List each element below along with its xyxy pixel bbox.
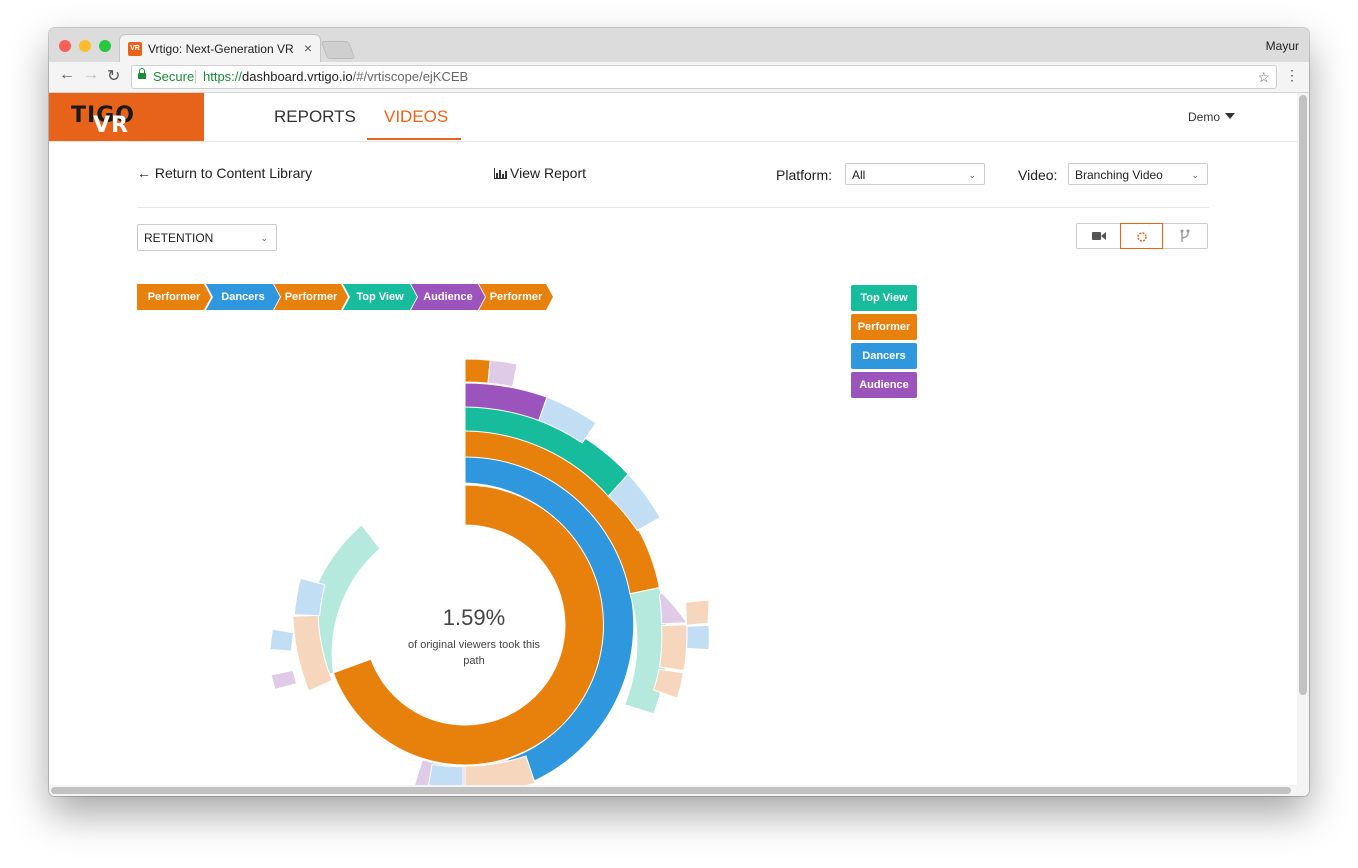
sunburst-ring-6-dancers-faded[interactable] bbox=[269, 628, 295, 652]
url-input[interactable]: Secure https://dashboard.vrtigo.io/#/vrt… bbox=[131, 65, 1277, 89]
maximize-window-button[interactable] bbox=[99, 40, 111, 52]
profile-name[interactable]: Mayur bbox=[1266, 39, 1299, 53]
path-step-performer[interactable]: Performer bbox=[274, 284, 348, 310]
horizontal-scrollbar[interactable] bbox=[49, 785, 1297, 796]
view-toggle-group bbox=[1076, 223, 1208, 249]
logo-vr: VR bbox=[93, 113, 129, 138]
path-step-audience[interactable]: Audience bbox=[411, 284, 485, 310]
report-toolbar: ← Return to Content Library View Report … bbox=[137, 159, 1209, 208]
sunburst-ring-4-audience-faded[interactable] bbox=[658, 591, 688, 625]
branch-icon bbox=[1180, 229, 1189, 242]
forward-arrow-icon[interactable]: → bbox=[83, 66, 99, 84]
sunburst-ring-4-performer-faded-a[interactable] bbox=[658, 624, 688, 672]
sunburst-icon bbox=[1136, 232, 1147, 242]
sunburst-chart[interactable] bbox=[249, 331, 729, 796]
vrtigo-favicon-icon: VR bbox=[128, 42, 142, 56]
chevron-down-icon: ⌄ bbox=[1191, 170, 1199, 180]
omnibox-divider bbox=[195, 70, 196, 84]
account-menu[interactable]: Demo bbox=[1188, 110, 1220, 124]
video-view-button[interactable] bbox=[1077, 224, 1120, 248]
close-tab-icon[interactable]: × bbox=[304, 40, 312, 56]
vertical-scrollbar[interactable] bbox=[1297, 93, 1309, 796]
lock-icon bbox=[138, 68, 146, 79]
sunburst-ring-6-audience-faded-b[interactable] bbox=[270, 669, 298, 691]
address-bar-row: ← → ↻ Secure https://dashboard.vrtigo.io… bbox=[49, 62, 1309, 93]
sunburst-ring-6-performer[interactable] bbox=[464, 358, 491, 384]
active-tab-underline bbox=[367, 138, 461, 140]
sunburst-ring-5-dancers-faded-b[interactable] bbox=[686, 624, 710, 651]
close-window-button[interactable] bbox=[59, 40, 71, 52]
arrow-left-icon: ← bbox=[137, 165, 155, 181]
video-value: Branching Video bbox=[1075, 168, 1163, 182]
view-report-link[interactable]: View Report bbox=[494, 165, 586, 181]
video-select[interactable]: Branching Video ⌄ bbox=[1068, 163, 1208, 185]
browser-menu-icon[interactable]: ⋮ bbox=[1285, 67, 1299, 84]
return-label: Return to Content Library bbox=[154, 165, 313, 181]
url-protocol: https:// bbox=[203, 69, 243, 84]
reload-icon[interactable]: ↻ bbox=[107, 66, 120, 86]
tab-bar: VR Vrtigo: Next-Generation VR An × Mayur bbox=[49, 28, 1309, 63]
url-text: https://dashboard.vrtigo.io/#/vrtiscope/… bbox=[203, 66, 468, 88]
sunburst-ring-5-dancers-faded-c[interactable] bbox=[293, 577, 326, 617]
legend-item-performer: Performer bbox=[851, 314, 917, 340]
new-tab-button[interactable] bbox=[320, 41, 356, 59]
caret-down-icon[interactable] bbox=[1225, 113, 1235, 119]
return-to-library-link[interactable]: ← Return to Content Library bbox=[137, 165, 312, 181]
vrtigo-logo[interactable]: VR TIGO bbox=[49, 93, 204, 141]
nav-reports[interactable]: REPORTS bbox=[274, 107, 356, 127]
nav-videos[interactable]: VIDEOS bbox=[384, 107, 448, 127]
horizontal-scroll-thumb[interactable] bbox=[51, 787, 1291, 794]
path-caption: of original viewers took this path bbox=[407, 639, 541, 667]
video-camera-icon bbox=[1091, 232, 1106, 240]
platform-select[interactable]: All ⌄ bbox=[845, 163, 985, 185]
url-host: dashboard.vrtigo.io bbox=[242, 69, 353, 84]
video-label: Video: bbox=[1018, 167, 1058, 183]
branch-view-button[interactable] bbox=[1163, 224, 1206, 248]
sunburst-view-button[interactable] bbox=[1120, 223, 1163, 249]
browser-window: VR Vrtigo: Next-Generation VR An × Mayur… bbox=[49, 28, 1309, 796]
url-path: /#/vrtiscope/ejKCEB bbox=[352, 69, 469, 84]
path-step-top-view[interactable]: Top View bbox=[343, 284, 417, 310]
path-step-dancers[interactable]: Dancers bbox=[206, 284, 280, 310]
vertical-scroll-thumb[interactable] bbox=[1299, 95, 1307, 695]
legend-item-audience: Audience bbox=[851, 372, 917, 398]
page-content: VR TIGO REPORTS VIDEOS Demo ← Return to C… bbox=[49, 93, 1309, 796]
metric-select[interactable]: RETENTION ⌄ bbox=[137, 224, 277, 251]
path-step-performer[interactable]: Performer bbox=[137, 284, 211, 310]
legend-item-dancers: Dancers bbox=[851, 343, 917, 369]
legend-item-top-view: Top View bbox=[851, 285, 917, 311]
back-arrow-icon[interactable]: ← bbox=[59, 66, 75, 84]
path-percentage: 1.59% bbox=[442, 605, 506, 630]
bookmark-star-icon[interactable]: ☆ bbox=[1257, 66, 1270, 88]
view-report-label: View Report bbox=[510, 165, 587, 181]
platform-label: Platform: bbox=[776, 167, 833, 183]
metric-value: RETENTION bbox=[144, 231, 214, 245]
top-navigation: VR TIGO REPORTS VIDEOS Demo bbox=[49, 93, 1297, 142]
platform-value: All bbox=[852, 168, 866, 182]
bar-chart-icon bbox=[494, 168, 507, 179]
sunburst-ring-5-performer-faded[interactable] bbox=[685, 599, 710, 626]
sunburst-ring-6-audience-faded[interactable] bbox=[487, 359, 518, 388]
chevron-down-icon: ⌄ bbox=[260, 233, 268, 243]
secure-label: Secure bbox=[153, 69, 195, 84]
tab-title: Vrtigo: Next-Generation VR An bbox=[148, 42, 296, 56]
chevron-down-icon: ⌄ bbox=[968, 170, 976, 180]
minimize-window-button[interactable] bbox=[79, 40, 91, 52]
browser-tab[interactable]: VR Vrtigo: Next-Generation VR An × bbox=[119, 34, 321, 63]
path-step-performer[interactable]: Performer bbox=[479, 284, 553, 310]
